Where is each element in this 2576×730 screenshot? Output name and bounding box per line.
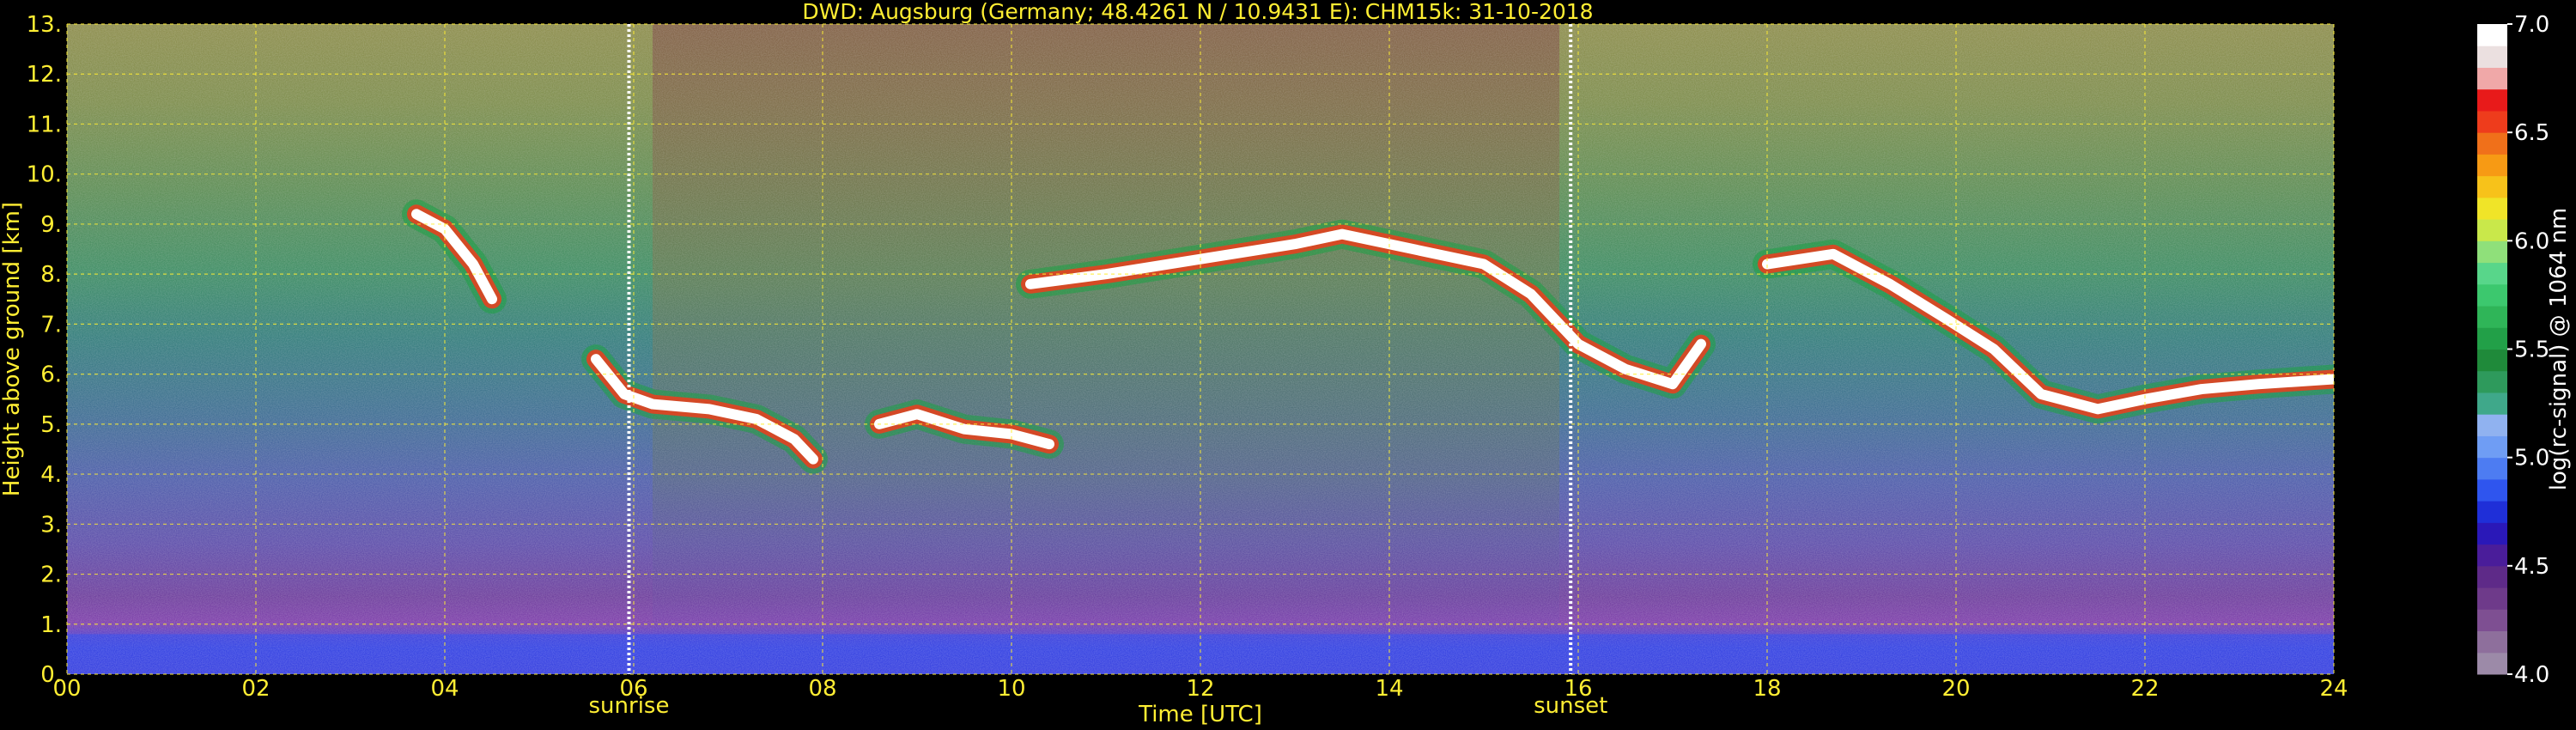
colorbar-swatch [2477, 565, 2507, 588]
y-tick-label: 6. [40, 362, 62, 388]
colorbar-swatch [2477, 327, 2507, 350]
colorbar-swatch [2477, 46, 2507, 68]
chart-title: DWD: Augsburg (Germany; 48.4261 N / 10.9… [802, 0, 1593, 24]
colorbar-swatch [2477, 110, 2507, 133]
y-tick-label: 2. [40, 563, 62, 588]
x-tick-label: 18 [1753, 676, 1781, 702]
colorbar-swatch [2477, 392, 2507, 415]
y-tick-label: 9. [40, 212, 62, 238]
marker-label: sunset [1534, 693, 1607, 719]
colorbar-swatch [2477, 306, 2507, 328]
x-tick-label: 08 [808, 676, 836, 702]
colorbar-swatch [2477, 67, 2507, 90]
y-tick-label: 1. [40, 612, 62, 638]
colorbar-swatch [2477, 414, 2507, 436]
x-tick-label: 10 [997, 676, 1025, 702]
y-axis-label: Height above ground [km] [0, 202, 25, 496]
x-tick-label: 04 [430, 676, 459, 702]
x-axis-label: Time [UTC] [1138, 702, 1262, 727]
colorbar-swatch [2477, 587, 2507, 610]
y-tick-label: 7. [40, 312, 62, 338]
colorbar-swatch [2477, 24, 2507, 46]
y-tick-label: 0. [40, 662, 62, 688]
x-tick-label: 24 [2319, 676, 2348, 702]
colorbar-swatch [2477, 219, 2507, 241]
x-tick-label: 22 [2130, 676, 2159, 702]
colorbar-swatch [2477, 652, 2507, 675]
colorbar-swatch [2477, 522, 2507, 545]
colorbar-swatch [2477, 175, 2507, 198]
marker-label: sunrise [589, 693, 670, 719]
colorbar-swatch [2477, 457, 2507, 480]
colorbar-swatch [2477, 240, 2507, 264]
y-tick-label: 13. [27, 12, 62, 38]
colorbar-tick-label: 5.5 [2514, 338, 2549, 363]
x-tick-label: 14 [1375, 676, 1403, 702]
y-tick-label: 3. [40, 512, 62, 538]
colorbar-label: log(rc-signal) @ 1064 nm [2546, 208, 2572, 490]
colorbar-tick-label: 5.0 [2514, 446, 2549, 471]
colorbar-tick-label: 7.0 [2514, 12, 2549, 38]
y-tick-label: 12. [27, 62, 62, 88]
colorbar-swatch [2477, 478, 2507, 502]
colorbar-swatch [2477, 435, 2507, 459]
x-tick-label: 20 [1941, 676, 1970, 702]
colorbar-tick-label: 4.5 [2514, 554, 2549, 580]
colorbar-swatch [2477, 609, 2507, 632]
colorbar-swatch [2477, 349, 2507, 372]
x-tick-label: 02 [241, 676, 270, 702]
colorbar-tick-label: 6.0 [2514, 228, 2549, 254]
colorbar-swatch [2477, 283, 2507, 307]
colorbar-swatch [2477, 132, 2507, 155]
y-tick-label: 5. [40, 412, 62, 438]
colorbar-swatch [2477, 262, 2507, 285]
colorbar-swatch [2477, 370, 2507, 393]
colorbar-swatch [2477, 197, 2507, 220]
colorbar-swatch [2477, 501, 2507, 523]
lidar-chart: 00 02 04 06 08 10 12 14 16 18 20 22 240.1.2.3.4.5.6.… [0, 0, 2572, 727]
colorbar-swatch [2477, 88, 2507, 112]
colorbar-swatch [2477, 154, 2507, 177]
colorbar-tick-label: 4.0 [2514, 662, 2549, 688]
y-tick-label: 11. [27, 112, 62, 137]
x-tick-label: 12 [1186, 676, 1214, 702]
colorbar-swatch [2477, 544, 2507, 567]
colorbar-tick-label: 6.5 [2514, 120, 2549, 146]
y-tick-label: 8. [40, 262, 62, 288]
colorbar-swatch [2477, 630, 2507, 654]
y-tick-label: 10. [27, 162, 62, 188]
y-tick-label: 4. [40, 462, 62, 488]
